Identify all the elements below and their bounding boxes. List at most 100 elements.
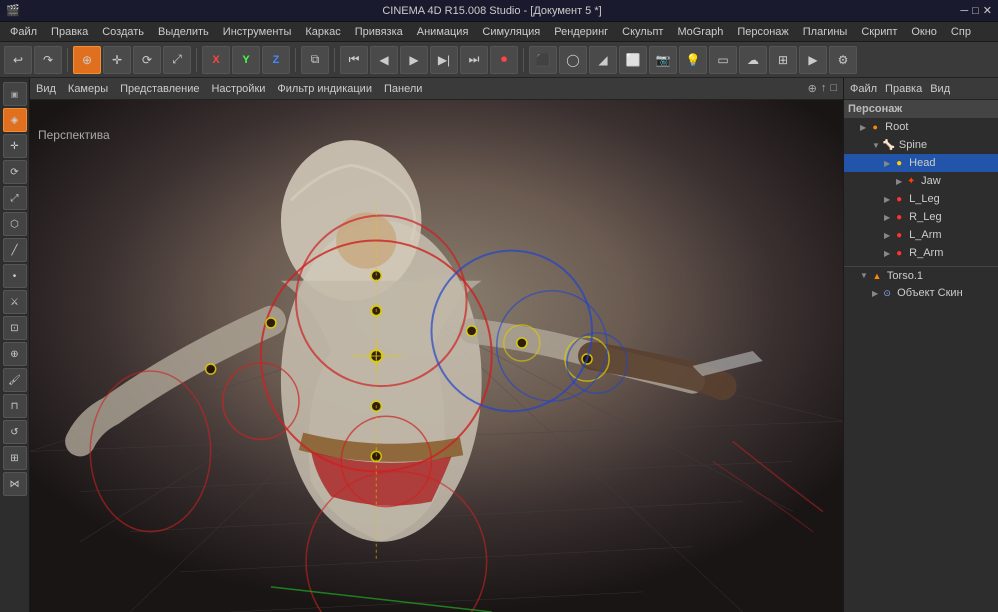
- prev-frame-btn[interactable]: ◀: [370, 46, 398, 74]
- viewport-menu-panels[interactable]: Панели: [384, 83, 422, 95]
- sphere-btn[interactable]: ◯: [559, 46, 587, 74]
- menu-plugins[interactable]: Плагины: [797, 22, 854, 42]
- menu-tools[interactable]: Инструменты: [217, 22, 298, 42]
- redo-button[interactable]: ↷: [34, 46, 62, 74]
- rotate-tool[interactable]: ⟳: [133, 46, 161, 74]
- scale-tool-left[interactable]: ⤢: [3, 186, 27, 210]
- minimize-btn[interactable]: ─: [960, 5, 968, 17]
- cone-btn[interactable]: ◢: [589, 46, 617, 74]
- twist-btn[interactable]: ↺: [3, 420, 27, 444]
- viewport-menu-view[interactable]: Вид: [36, 83, 56, 95]
- tree-item-skin[interactable]: ▶ ⊙ Объект Скин: [844, 284, 998, 302]
- rotate-tool-left[interactable]: ⟳: [3, 160, 27, 184]
- expand-arrow-lleg[interactable]: ▶: [884, 195, 890, 204]
- scene-tree[interactable]: ▶ ● Root ▼ 🦴 Spine ▶ ● Head: [844, 118, 998, 612]
- tree-label-head: Head: [909, 157, 994, 169]
- viewport-menu-settings[interactable]: Настройки: [211, 83, 265, 95]
- viewport[interactable]: Вид Камеры Представление Настройки Фильт…: [30, 78, 843, 612]
- tree-item-head[interactable]: ▶ ● Head: [844, 154, 998, 172]
- tree-item-jaw[interactable]: ▶ ✦ Jaw: [844, 172, 998, 190]
- camera-btn[interactable]: 📷: [649, 46, 677, 74]
- record-btn[interactable]: ⏺: [490, 46, 518, 74]
- coord-system-btn[interactable]: ⧉: [301, 46, 329, 74]
- expand-arrow-jaw[interactable]: ▶: [896, 177, 902, 186]
- tree-item-r-arm[interactable]: ▶ ● R_Arm: [844, 244, 998, 262]
- menu-snap[interactable]: Привязка: [349, 22, 409, 42]
- z-axis-btn[interactable]: Z: [262, 46, 290, 74]
- floor-btn[interactable]: ▭: [709, 46, 737, 74]
- expand-arrow-rarm[interactable]: ▶: [884, 249, 890, 258]
- expand-arrow-torso[interactable]: ▼: [860, 271, 868, 280]
- scale-tool[interactable]: ⤢: [163, 46, 191, 74]
- nav-icon-3[interactable]: □: [830, 82, 837, 95]
- tree-item-root[interactable]: ▶ ● Root: [844, 118, 998, 136]
- light-btn[interactable]: 💡: [679, 46, 707, 74]
- tree-item-spine[interactable]: ▼ 🦴 Spine: [844, 136, 998, 154]
- menu-animation[interactable]: Анимация: [411, 22, 475, 42]
- expand-arrow-spine[interactable]: ▼: [872, 141, 880, 150]
- move-tool-left[interactable]: ✛: [3, 134, 27, 158]
- loop-btn[interactable]: ⊕: [3, 342, 27, 366]
- viewport-3d[interactable]: Перспектива: [30, 100, 843, 612]
- first-frame-btn[interactable]: ⏮: [340, 46, 368, 74]
- right-panel-view[interactable]: Вид: [930, 83, 950, 95]
- select-model-btn[interactable]: ▣: [3, 82, 27, 106]
- menu-wireframe[interactable]: Каркас: [299, 22, 346, 42]
- menu-mograph[interactable]: MoGraph: [671, 22, 729, 42]
- menu-sculpt[interactable]: Скульпт: [616, 22, 669, 42]
- polygon-btn[interactable]: ⬡: [3, 212, 27, 236]
- expand-arrow-skin[interactable]: ▶: [872, 289, 878, 298]
- tree-item-torso1[interactable]: ▼ ▲ Torso.1: [844, 266, 998, 284]
- render-settings-btn[interactable]: ⚙: [829, 46, 857, 74]
- viewport-menu-display[interactable]: Представление: [120, 83, 199, 95]
- expand-arrow-head[interactable]: ▶: [884, 159, 890, 168]
- plane-btn[interactable]: ⬜: [619, 46, 647, 74]
- viewport-perspective-label: Перспектива: [38, 128, 110, 142]
- tree-item-r-leg[interactable]: ▶ ● R_Leg: [844, 208, 998, 226]
- edge-btn[interactable]: ╱: [3, 238, 27, 262]
- magnet-btn[interactable]: ⊓: [3, 394, 27, 418]
- grid-btn[interactable]: ⊞: [3, 446, 27, 470]
- last-frame-btn[interactable]: ⏭: [460, 46, 488, 74]
- live-select-tool[interactable]: ⊕: [73, 46, 101, 74]
- nav-icon-1[interactable]: ⊕: [808, 82, 817, 95]
- undo-button[interactable]: ↩: [4, 46, 32, 74]
- menu-create[interactable]: Создать: [96, 22, 150, 42]
- maximize-btn[interactable]: □: [972, 5, 979, 17]
- cube-btn[interactable]: ⬛: [529, 46, 557, 74]
- menu-window[interactable]: Окно: [905, 22, 943, 42]
- y-axis-btn[interactable]: Y: [232, 46, 260, 74]
- extrude-btn[interactable]: ⊡: [3, 316, 27, 340]
- menu-script[interactable]: Скрипт: [855, 22, 903, 42]
- tree-item-l-leg[interactable]: ▶ ● L_Leg: [844, 190, 998, 208]
- render-view-btn[interactable]: ⊞: [769, 46, 797, 74]
- right-panel-edit[interactable]: Правка: [885, 83, 922, 95]
- nav-icon-2[interactable]: ↑: [821, 82, 827, 95]
- close-btn[interactable]: ✕: [983, 4, 992, 17]
- menu-file[interactable]: Файл: [4, 22, 43, 42]
- menu-character[interactable]: Персонаж: [731, 22, 794, 42]
- snap-btn[interactable]: ⋈: [3, 472, 27, 496]
- menu-edit[interactable]: Правка: [45, 22, 94, 42]
- expand-arrow-larm[interactable]: ▶: [884, 231, 890, 240]
- next-frame-btn[interactable]: ▶|: [430, 46, 458, 74]
- right-panel-file[interactable]: Файл: [850, 83, 877, 95]
- menu-simulation[interactable]: Симуляция: [476, 22, 546, 42]
- viewport-menu-filter[interactable]: Фильтр индикации: [277, 83, 372, 95]
- menu-help[interactable]: Спр: [945, 22, 977, 42]
- expand-arrow-rleg[interactable]: ▶: [884, 213, 890, 222]
- render-btn[interactable]: ▶: [799, 46, 827, 74]
- menu-render[interactable]: Рендеринг: [548, 22, 614, 42]
- viewport-menu-cameras[interactable]: Камеры: [68, 83, 108, 95]
- expand-arrow[interactable]: ▶: [860, 123, 866, 132]
- knife-btn[interactable]: ⚔: [3, 290, 27, 314]
- sky-btn[interactable]: ☁: [739, 46, 767, 74]
- x-axis-btn[interactable]: X: [202, 46, 230, 74]
- move-tool[interactable]: ✛: [103, 46, 131, 74]
- paint-btn[interactable]: 🖌: [3, 368, 27, 392]
- tree-item-l-arm[interactable]: ▶ ● L_Arm: [844, 226, 998, 244]
- menu-select[interactable]: Выделить: [152, 22, 215, 42]
- play-btn[interactable]: ▶: [400, 46, 428, 74]
- select-object-btn[interactable]: ◈: [3, 108, 27, 132]
- point-btn[interactable]: •: [3, 264, 27, 288]
